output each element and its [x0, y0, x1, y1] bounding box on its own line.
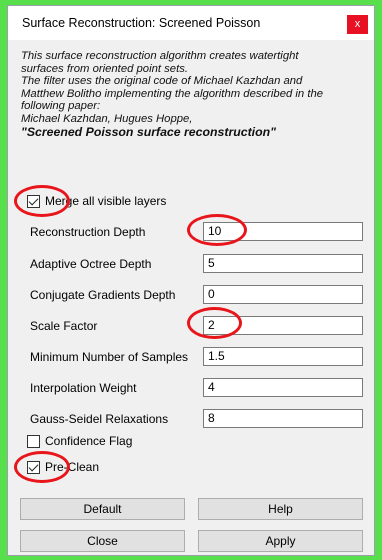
interpolation-weight-input[interactable]: 4 [203, 378, 363, 397]
dialog-window: Surface Reconstruction: Screened Poisson… [7, 5, 375, 556]
pre-clean-row[interactable]: Pre-Clean [27, 458, 99, 476]
conjugate-gradients-depth-label: Conjugate Gradients Depth [30, 288, 176, 302]
merge-layers-checkbox[interactable] [27, 194, 40, 208]
merge-layers-label: Merge all visible layers [45, 194, 167, 208]
adaptive-octree-depth-input[interactable]: 5 [203, 254, 363, 273]
pre-clean-label: Pre-Clean [45, 460, 100, 474]
close-window-button[interactable]: x [347, 15, 368, 34]
confidence-flag-checkbox[interactable] [27, 434, 40, 448]
confidence-flag-label: Confidence Flag [45, 434, 133, 448]
apply-button[interactable]: Apply [198, 530, 363, 552]
filter-description: This surface reconstruction algorithm cr… [21, 50, 371, 138]
interpolation-weight-label: Interpolation Weight [30, 381, 137, 395]
paper-reference: "Screened Poisson surface reconstruction… [21, 124, 276, 139]
gauss-seidel-label: Gauss-Seidel Relaxations [30, 412, 169, 426]
merge-layers-row[interactable]: Merge all visible layers [27, 192, 166, 210]
description-line: surfaces from oriented point sets. [21, 62, 189, 75]
scale-factor-label: Scale Factor [30, 319, 98, 333]
scale-factor-input[interactable]: 2 [203, 316, 363, 335]
min-samples-input[interactable]: 1.5 [203, 347, 363, 366]
description-line: Matthew Bolitho implementing the algorit… [21, 87, 324, 100]
pre-clean-checkbox[interactable] [27, 460, 40, 474]
description-line: Michael Kazhdan, Hugues Hoppe, [21, 112, 193, 125]
description-line: The filter uses the original code of Mic… [21, 75, 303, 88]
reconstruction-depth-label: Reconstruction Depth [30, 225, 146, 239]
description-line: This surface reconstruction algorithm cr… [21, 50, 299, 62]
description-line: following paper: [21, 100, 101, 113]
default-button[interactable]: Default [20, 498, 185, 520]
conjugate-gradients-depth-input[interactable]: 0 [203, 285, 363, 304]
help-button[interactable]: Help [198, 498, 363, 520]
close-button[interactable]: Close [20, 530, 185, 552]
reconstruction-depth-input[interactable]: 10 [203, 222, 363, 241]
min-samples-label: Minimum Number of Samples [30, 350, 189, 364]
title-bar[interactable]: Surface Reconstruction: Screened Poisson… [8, 6, 374, 40]
adaptive-octree-depth-label: Adaptive Octree Depth [30, 257, 152, 271]
window-title: Surface Reconstruction: Screened Poisson [22, 16, 261, 30]
confidence-flag-row[interactable]: Confidence Flag [27, 432, 132, 450]
gauss-seidel-input[interactable]: 8 [203, 409, 363, 428]
